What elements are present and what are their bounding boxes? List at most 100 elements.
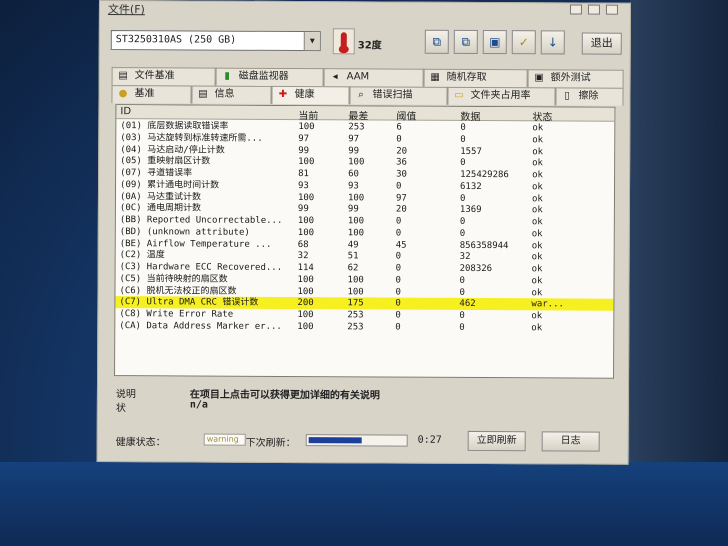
threshold-cell: 0 (395, 310, 401, 321)
raw-data-cell: 6132 (460, 181, 482, 192)
menu-file[interactable]: 文件(F) (108, 1, 145, 17)
threshold-cell: 30 (396, 169, 407, 180)
threshold-cell: 45 (395, 240, 407, 251)
current-cell: 200 (297, 298, 314, 309)
worst-cell: 100 (347, 286, 364, 297)
tab-error-scan[interactable]: ⌕ 错误扫描 (349, 86, 448, 105)
header-status[interactable]: 状态 (532, 108, 552, 123)
current-cell: 99 (298, 145, 310, 156)
health-icon: ✚ (278, 88, 288, 100)
raw-data-cell: 0 (459, 287, 465, 298)
raw-data-cell: 0 (459, 275, 465, 286)
current-cell: 68 (297, 239, 309, 250)
tab-health[interactable]: ✚ 健康 (271, 85, 350, 105)
description-text: 在项目上点击可以获得更加详细的有关说明 (189, 389, 380, 402)
drive-select[interactable]: ST3250310AS (250 GB) ▼ (110, 30, 321, 52)
maximize-button[interactable] (587, 4, 600, 15)
tab-erase[interactable]: ▯ 擦除 (555, 87, 624, 106)
current-cell: 32 (297, 251, 309, 262)
current-cell: 100 (298, 157, 315, 168)
copy-button[interactable]: ⧉ (424, 29, 449, 54)
worst-cell: 253 (347, 322, 364, 333)
raw-data-cell: 0 (459, 310, 465, 321)
header-raw[interactable]: 数据 (460, 108, 480, 123)
tabs-row-2: ● 基准 ▤ 信息 ✚ 健康 ⌕ 错误扫描 ▭ 文件夹占用率 ▯ 擦除 (111, 85, 627, 106)
toolbar: ST3250310AS (250 GB) ▼ 32度 ⧉ ⧉ ▣ ✓ ↓ 退出 (100, 21, 630, 64)
refresh-progress-fill (308, 437, 362, 444)
tab-disk-monitor[interactable]: ▮ 磁盘监视器 (215, 67, 324, 87)
status-cell: ok (531, 229, 543, 240)
state-label: 状 (115, 403, 126, 415)
tab-aam[interactable]: ◂ AAM (323, 68, 424, 87)
current-cell: 100 (297, 321, 314, 332)
threshold-cell: 97 (395, 193, 407, 204)
raw-data-cell: 1557 (460, 146, 482, 157)
raw-data-cell: 0 (460, 134, 466, 145)
status-cell: ok (531, 287, 543, 298)
health-status-label: 健康状态： (115, 437, 166, 449)
header-threshold[interactable]: 阈值 (396, 108, 416, 123)
status-cell: ok (531, 323, 543, 334)
folder-usage-icon: ▭ (454, 89, 464, 101)
aam-icon: ◂ (332, 71, 338, 83)
save-button[interactable]: ▣ (482, 30, 507, 55)
table-row[interactable]: (CA) Data Address Marker er... 100 253 0 0 ok (115, 320, 613, 335)
status-cell: ok (531, 252, 543, 263)
disk-monitor-icon: ▮ (224, 70, 230, 82)
error-scan-icon: ⌕ (358, 89, 364, 101)
status-bar: 健康状态： warning 下次刷新： 0:27 立即刷新 日志 (114, 429, 624, 454)
tab-info[interactable]: ▤ 信息 (191, 85, 272, 104)
state-value: n/a (189, 399, 208, 411)
status-cell: ok (531, 240, 543, 251)
threshold-cell: 0 (395, 275, 401, 286)
erase-icon: ▯ (564, 90, 570, 102)
tab-file-benchmark[interactable]: ▤ 文件基准 (111, 67, 216, 86)
worst-cell: 93 (348, 181, 359, 192)
menubar: 文件(F) (100, 1, 630, 18)
copy-icon: ⧉ (432, 34, 442, 49)
close-button[interactable] (605, 4, 618, 15)
status-cell: ok (531, 217, 543, 228)
worst-cell: 100 (348, 157, 365, 168)
status-cell: ok (531, 276, 543, 287)
status-cell: ok (532, 158, 544, 169)
worst-cell: 62 (347, 263, 359, 274)
current-cell: 100 (298, 122, 315, 133)
header-worst[interactable]: 最差 (348, 107, 368, 122)
worst-cell: 99 (348, 145, 360, 156)
worst-cell: 51 (347, 251, 359, 262)
threshold-cell: 20 (396, 146, 408, 157)
raw-data-cell: 0 (460, 122, 466, 133)
status-cell: ok (532, 135, 544, 146)
exit-button[interactable]: 退出 (581, 32, 622, 55)
worst-cell: 100 (347, 228, 365, 239)
description-label: 说明 (115, 389, 136, 401)
refresh-now-button[interactable]: 立即刷新 (467, 430, 526, 452)
raw-data-cell: 32 (459, 252, 471, 263)
worst-cell: 99 (347, 204, 359, 215)
down-arrow-button[interactable]: ↓ (540, 30, 565, 55)
worst-cell: 100 (347, 275, 364, 286)
raw-data-cell: 0 (459, 228, 466, 239)
extra-test-icon: ▣ (534, 72, 544, 84)
raw-data-cell: 0 (460, 158, 466, 169)
minimize-button[interactable] (569, 4, 582, 15)
log-button[interactable]: 日志 (541, 431, 600, 452)
tab-folder-usage[interactable]: ▭ 文件夹占用率 (447, 86, 556, 106)
drive-select-value: ST3250310AS (250 GB) (115, 34, 237, 46)
options-button[interactable]: ✓ (511, 30, 536, 55)
header-id[interactable]: ID (120, 106, 131, 117)
threshold-cell: 20 (395, 204, 407, 215)
down-arrow-icon: ↓ (547, 35, 558, 50)
tab-extra-tests[interactable]: ▣ 额外测试 (527, 69, 624, 88)
paste-button[interactable]: ⧉ (453, 29, 478, 54)
threshold-cell: 0 (396, 134, 402, 145)
tab-random-access[interactable]: ▦ 随机存取 (423, 68, 528, 88)
tab-benchmark[interactable]: ● 基准 (111, 85, 192, 104)
worst-cell: 253 (348, 122, 365, 133)
chevron-down-icon[interactable]: ▼ (303, 32, 320, 51)
header-current[interactable]: 当前 (298, 107, 318, 122)
worst-cell: 175 (347, 298, 364, 309)
current-cell: 114 (297, 263, 314, 274)
current-cell: 100 (297, 310, 314, 321)
